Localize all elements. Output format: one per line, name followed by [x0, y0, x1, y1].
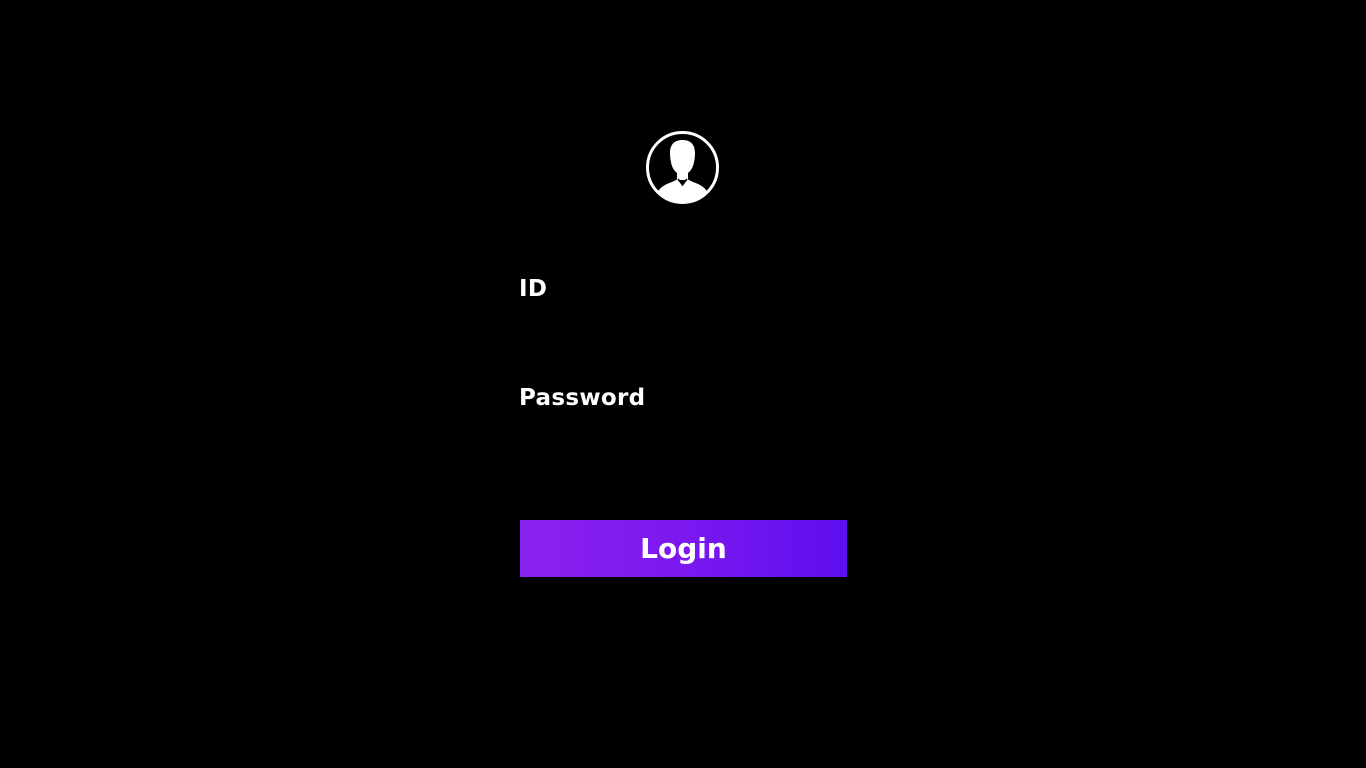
password-input[interactable]	[519, 420, 847, 454]
login-page: ID Password Login	[0, 0, 1366, 768]
user-silhouette-icon	[645, 130, 720, 205]
id-label: ID	[519, 276, 548, 302]
login-button[interactable]: Login	[520, 520, 847, 577]
password-label: Password	[519, 385, 646, 411]
id-input[interactable]	[519, 310, 847, 344]
